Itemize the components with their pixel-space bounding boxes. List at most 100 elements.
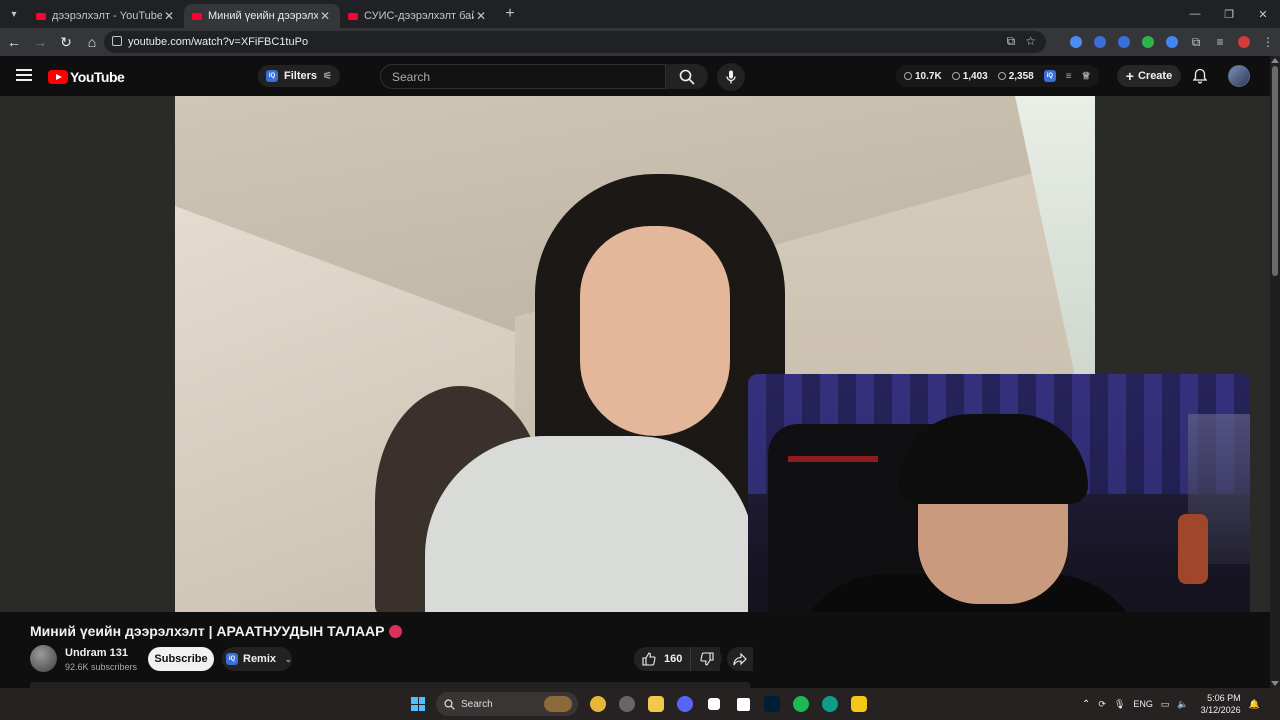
extensions-puzzle-icon[interactable]: ⧉ [1184,35,1208,50]
spotify-icon[interactable] [791,694,811,714]
channel-name[interactable]: Undram 131 [65,647,128,659]
volume-icon[interactable]: 🔈 [1177,699,1188,710]
notion-icon[interactable] [733,694,753,714]
maximize-button[interactable]: ❐ [1212,8,1246,21]
file-explorer-icon[interactable] [646,694,666,714]
chevron-down-icon: ⌄ [285,654,292,664]
download-icon[interactable] [1136,36,1160,48]
discord-icon[interactable] [675,694,695,714]
browser-menu-icon[interactable]: ⋮ [1256,35,1280,49]
cam-chair-stripe [788,456,878,462]
create-label: Create [1137,70,1173,82]
install-app-icon[interactable]: ⧉ [1007,34,1016,49]
youtube-logo[interactable]: YouTube [48,69,125,85]
youtube-favicon-icon [36,12,46,20]
forward-button[interactable]: → [28,30,52,54]
eye-icon [951,72,960,80]
notification-bell-icon[interactable]: 🔔 [1249,699,1260,710]
minimize-button[interactable]: — [1178,8,1212,20]
sliders-icon: ⚟ [323,70,332,82]
youtube-favicon-icon [348,12,358,20]
search-input[interactable]: Search [380,64,666,89]
menu-icon[interactable] [16,69,32,81]
youtube-favicon-icon [192,12,202,20]
logo-text: YouTube [70,69,125,85]
voice-search-button[interactable] [717,63,745,91]
tab-suis-video[interactable]: СУИС-дээрэлхэлт байх ёстой ✕ [340,4,496,28]
media-control-icon[interactable]: ≡ [1208,35,1232,49]
microphone-icon [726,70,736,84]
browser-app-icon[interactable] [820,694,840,714]
remix-button[interactable]: iQ Remix ⌄ [222,647,292,671]
share-button[interactable] [727,647,753,671]
extension-icon[interactable] [1160,36,1184,48]
stat-watch-time: 10.7K [904,71,942,82]
network-icon[interactable]: ▭ [1161,699,1170,710]
microphone-icon[interactable]: 🎙 [1114,699,1125,710]
video-title: Миний үеийн дээрэлхэлт | АРААТНУУДЫН ТАЛ… [30,623,402,639]
dislike-button[interactable] [690,647,722,671]
trophy-icon[interactable]: ♕ [1082,71,1091,82]
clock-date: 3/12/2026 [1200,705,1241,715]
scroll-up-arrow-icon[interactable] [1271,58,1279,63]
tab-title: СУИС-дээрэлхэлт байх ёстой [364,10,474,22]
close-tab-icon[interactable]: ✕ [318,9,332,23]
search-button[interactable] [666,64,708,89]
iq-extension-icon: iQ [226,653,238,665]
profile-avatar[interactable] [1232,36,1256,48]
stat-views-2: 2,358 [997,70,1034,82]
like-count: 160 [664,653,683,665]
channel-avatar[interactable] [30,645,57,672]
tab-dzeerelhelt-search[interactable]: дээрэлхэлт - YouTube ✕ [28,4,184,28]
stat-value: 2,358 [1008,70,1034,82]
extension-icon[interactable] [1112,36,1136,48]
taskbar-search[interactable]: Search [436,692,578,716]
tab-title: Миний үеийн дээрэлхэлт | АРА [208,10,318,22]
tab-current-video[interactable]: Миний үеийн дээрэлхэлт | АРА ✕ [184,4,340,28]
photoshop-icon[interactable] [762,694,782,714]
url-text: youtube.com/watch?v=XFiFBC1tuPo [128,36,309,48]
video-person-face [580,226,730,436]
back-button[interactable]: ← [2,30,26,54]
windows-start-icon[interactable] [411,697,425,711]
eye-icon [997,72,1006,80]
close-tab-icon[interactable]: ✕ [162,9,176,23]
scroll-down-arrow-icon[interactable] [1271,681,1279,686]
cam-guitar [1178,514,1208,584]
browser-tab-strip: ▾ дээрэлхэлт - YouTube ✕ Миний үеийн дээ… [0,0,1280,28]
filters-button[interactable]: iQ Filters ⚟ [258,65,340,87]
video-info: Миний үеийн дээрэлхэлт | АРААТНУУДЫН ТАЛ… [0,612,1270,688]
subscriber-count: 92.6K subscribers [65,662,138,672]
address-bar[interactable]: youtube.com/watch?v=XFiFBC1tuPo ⧉ ☆ [104,31,1046,53]
chrome-icon[interactable] [588,694,608,714]
subscribe-button[interactable]: Subscribe [148,647,214,671]
sticky-notes-icon[interactable] [849,694,869,714]
app-icon[interactable] [617,694,637,714]
bookmark-star-icon[interactable]: ☆ [1025,34,1036,49]
capcut-icon[interactable] [704,694,724,714]
account-avatar[interactable] [1228,65,1250,87]
extension-icon[interactable] [1088,36,1112,48]
reload-button[interactable]: ↻ [54,30,78,54]
list-icon[interactable]: ≡ [1066,71,1072,82]
iq-extension-icon[interactable]: iQ [1043,70,1056,82]
clock[interactable]: 5:06 PM 3/12/2026 [1201,692,1241,716]
site-info-icon[interactable] [112,36,122,46]
youtube-header: YouTube iQ Filters ⚟ Search 10.7K 1,403 … [0,56,1270,96]
notifications-bell-icon[interactable] [1192,68,1208,84]
home-button[interactable]: ⌂ [80,30,104,54]
scrollbar-thumb[interactable] [1272,66,1278,276]
pinned-apps [588,694,869,714]
video-title-text: Миний үеийн дээрэлхэлт | АРААТНУУДЫН ТАЛ… [30,623,385,639]
language-indicator[interactable]: ENG [1133,699,1153,709]
page-scrollbar[interactable] [1270,56,1280,688]
chevron-up-icon[interactable]: ⌃ [1082,699,1090,710]
create-button[interactable]: + Create [1117,65,1181,87]
extension-icon[interactable] [1064,36,1088,48]
sync-icon[interactable]: ⟳ [1098,699,1106,710]
new-tab-button[interactable]: + [496,5,524,23]
close-tab-icon[interactable]: ✕ [474,9,488,23]
thumbs-up-icon [642,652,656,666]
close-window-button[interactable]: ✕ [1246,8,1280,21]
tab-search-button[interactable]: ▾ [0,0,28,28]
